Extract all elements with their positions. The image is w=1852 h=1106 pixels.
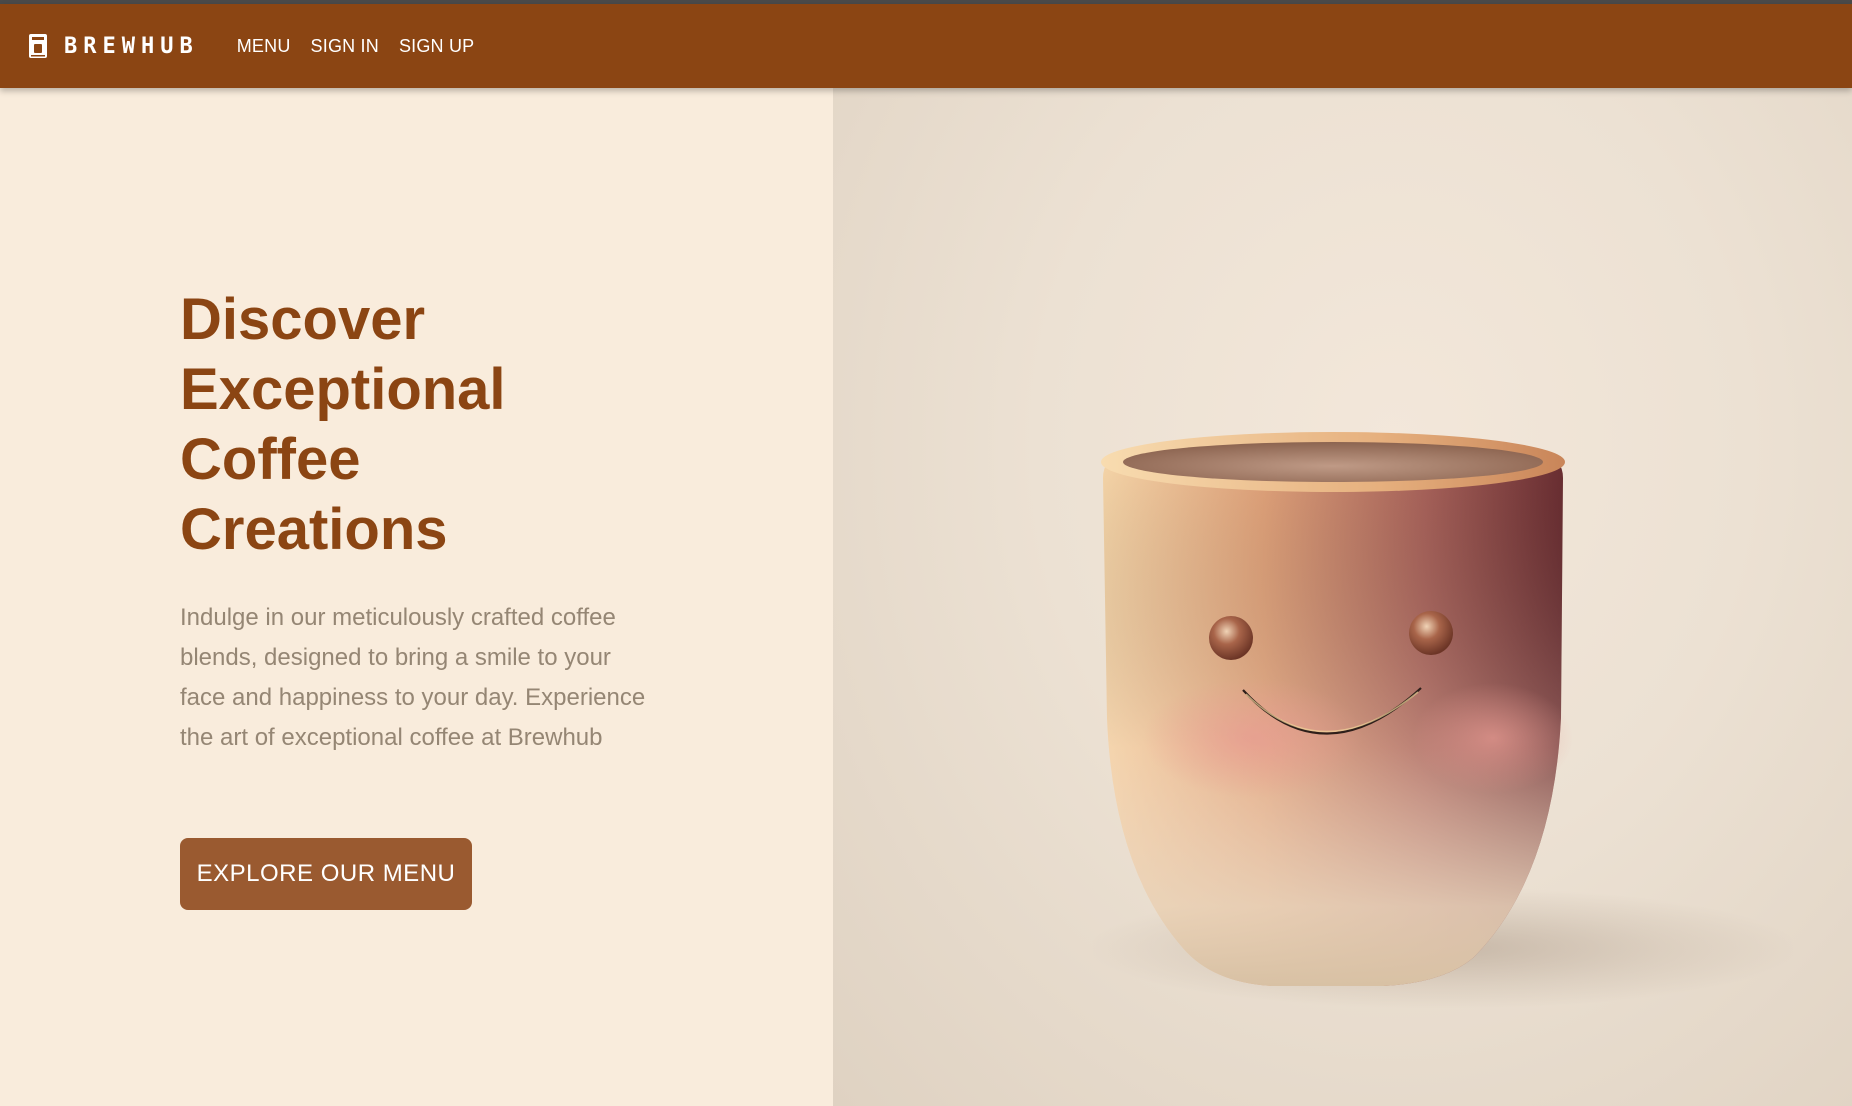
coffee-machine-icon (29, 34, 47, 58)
brand-logo-link[interactable]: BREWHUB (28, 33, 199, 59)
nav-link-sign-up[interactable]: SIGN UP (399, 36, 474, 57)
nav-link-sign-in[interactable]: SIGN IN (311, 36, 379, 57)
brand-name: BREWHUB (64, 33, 199, 59)
hero-image (833, 88, 1852, 1106)
headline-line-1: Discover (180, 287, 426, 352)
explore-menu-button[interactable]: EXPLORE OUR MENU (180, 838, 472, 910)
headline-line-2: Exceptional (180, 357, 506, 422)
headline-line-4: Creations (180, 497, 448, 562)
smiling-coffee-cup-illustration (1101, 432, 1573, 986)
hero-text-panel (0, 88, 833, 1106)
nav-links: MENU SIGN IN SIGN UP (237, 36, 495, 57)
nav-link-menu[interactable]: MENU (237, 36, 291, 57)
hero-description: Indulge in our meticulously crafted coff… (180, 604, 646, 751)
headline-line-3: Coffee (180, 427, 361, 492)
hero-headline: Discover Exceptional Coffee Creations (180, 285, 700, 565)
navbar: BREWHUB MENU SIGN IN SIGN UP (0, 4, 1852, 88)
